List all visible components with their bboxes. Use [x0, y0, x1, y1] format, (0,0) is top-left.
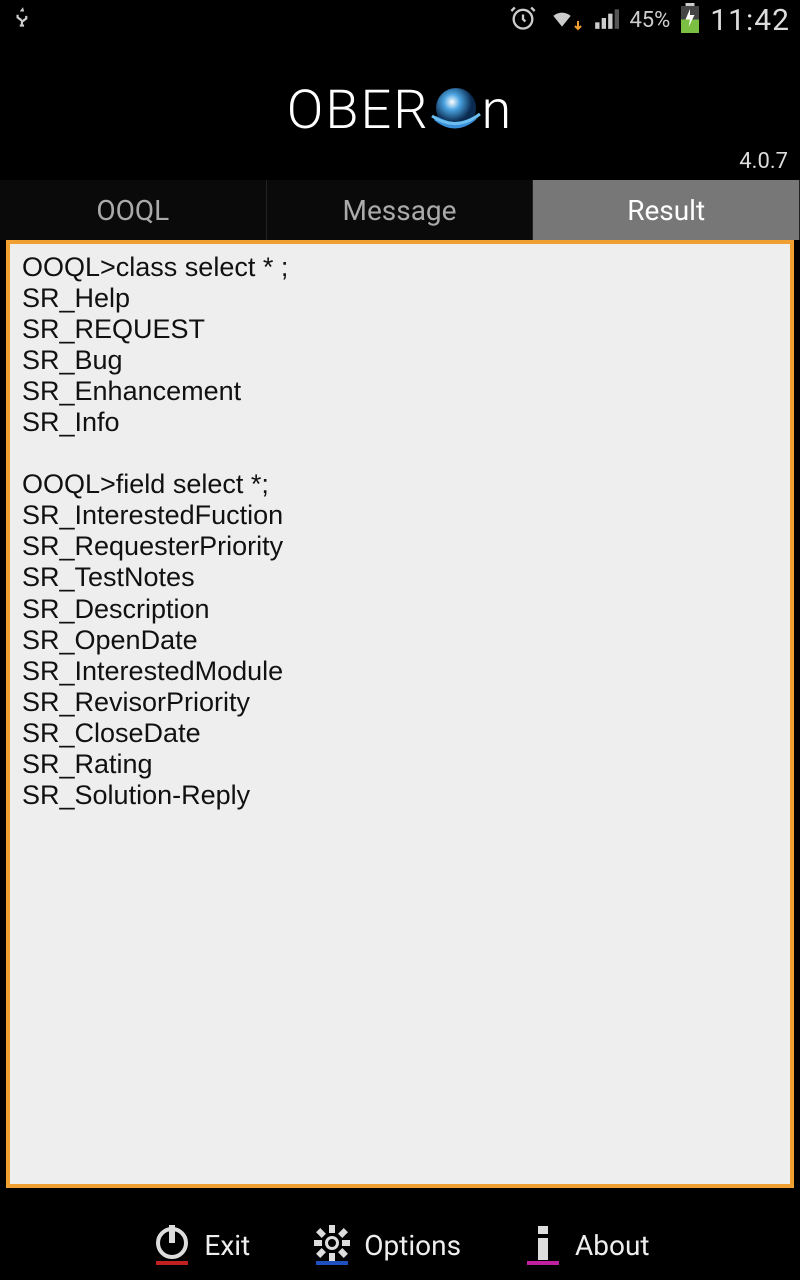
about-button[interactable]: About — [521, 1223, 650, 1267]
app-logo: OBER n — [287, 79, 513, 142]
logo-text-right: n — [482, 79, 514, 142]
tab-result[interactable]: Result — [533, 180, 800, 240]
power-icon — [150, 1223, 194, 1267]
usb-icon — [10, 3, 36, 37]
tab-message[interactable]: Message — [267, 180, 534, 240]
exit-button[interactable]: Exit — [150, 1223, 250, 1267]
app-header: OBER n 4.0.7 — [0, 40, 800, 180]
bottom-bar: Exit Options — [0, 1210, 800, 1280]
status-time: 11:42 — [710, 3, 790, 38]
gear-icon — [310, 1223, 354, 1267]
status-bar: 45% 11:42 — [0, 0, 800, 40]
tab-ooql[interactable]: OOQL — [0, 180, 267, 240]
exit-label: Exit — [204, 1229, 250, 1262]
result-output: OOQL>class select * ; SR_Help SR_REQUEST… — [22, 252, 778, 811]
tab-bar: OOQL Message Result — [0, 180, 800, 240]
result-panel[interactable]: OOQL>class select * ; SR_Help SR_REQUEST… — [6, 240, 794, 1188]
options-label: Options — [364, 1229, 461, 1262]
version-label: 4.0.7 — [739, 149, 788, 174]
options-button[interactable]: Options — [310, 1223, 461, 1267]
globe-icon — [426, 80, 486, 140]
about-label: About — [575, 1229, 650, 1262]
wifi-icon — [547, 5, 583, 35]
signal-icon — [593, 5, 619, 35]
battery-percent: 45% — [629, 8, 670, 33]
battery-icon — [680, 3, 700, 37]
logo-text-left: OBER — [287, 79, 430, 142]
info-icon — [521, 1223, 565, 1267]
alarm-icon — [509, 4, 537, 36]
